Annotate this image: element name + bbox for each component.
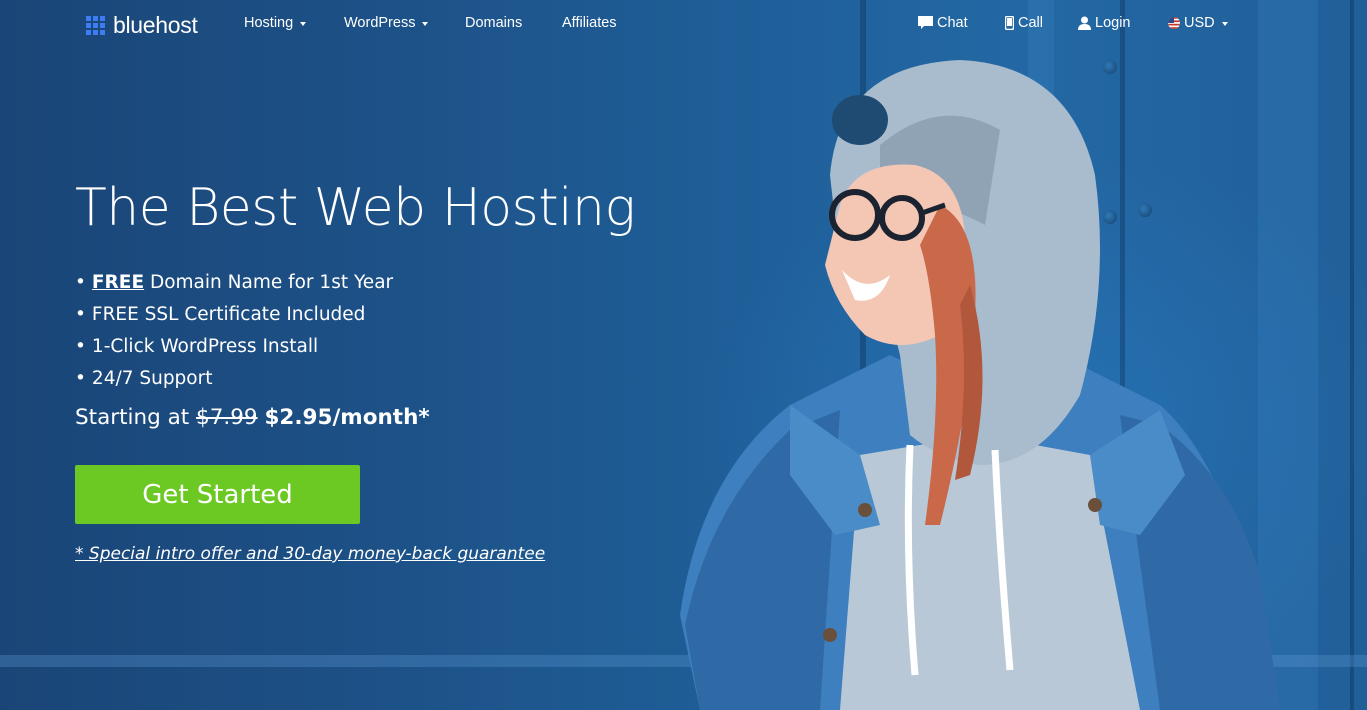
nav-wordpress-label: WordPress (344, 15, 416, 31)
feature-text: 1-Click WordPress Install (91, 336, 319, 357)
phone-icon (1005, 16, 1014, 30)
nav-login[interactable]: Login (1078, 15, 1130, 31)
chevron-down-icon (422, 21, 429, 26)
nav-hosting-label: Hosting (244, 15, 294, 31)
nav-login-label: Login (1095, 15, 1131, 31)
feature-strong: FREE (91, 272, 145, 293)
bluehost-logo[interactable]: bluehost (86, 12, 198, 39)
feature-item: • 1-Click WordPress Install (75, 331, 393, 363)
feature-list: • FREE Domain Name for 1st Year • FREE SSL… (75, 267, 393, 395)
get-started-button[interactable]: Get Started (75, 465, 360, 524)
chat-icon (918, 16, 933, 29)
price-old: $7.99 (196, 405, 258, 430)
nav-affiliates[interactable]: Affiliates (562, 15, 617, 31)
guarantee-link[interactable]: * Special intro offer and 30-day money-b… (75, 544, 545, 564)
user-icon (1078, 16, 1091, 30)
nav-call-label: Call (1018, 15, 1043, 31)
bullet-icon: • (75, 336, 86, 357)
nav-wordpress[interactable]: WordPress (344, 15, 429, 31)
bullet-icon: • (75, 304, 86, 325)
feature-item: • FREE Domain Name for 1st Year (75, 267, 393, 299)
nav-chat[interactable]: Chat (918, 15, 968, 31)
nav-hosting[interactable]: Hosting (244, 15, 307, 31)
currency-label: USD (1184, 15, 1215, 31)
nav-call[interactable]: Call (1005, 15, 1043, 31)
logo-text: bluehost (113, 12, 198, 38)
feature-text: 24/7 Support (91, 368, 213, 389)
feature-item: • 24/7 Support (75, 363, 393, 395)
bullet-icon: • (75, 368, 86, 389)
price-prefix: Starting at (75, 405, 197, 430)
nav-domains-label: Domains (465, 15, 523, 31)
currency-selector[interactable]: USD (1168, 15, 1228, 31)
nav-domains[interactable]: Domains (465, 15, 522, 31)
price-line: Starting at $7.99 $2.95/month* (75, 405, 430, 430)
feature-text: Domain Name for 1st Year (144, 272, 394, 293)
chevron-down-icon (300, 21, 307, 26)
price-new: $2.95/month* (264, 405, 430, 430)
logo-grid-icon (86, 16, 105, 35)
hero-person-image (640, 55, 1340, 710)
feature-item: • FREE SSL Certificate Included (75, 299, 393, 331)
top-nav: bluehost Hosting WordPress Domains Affil… (0, 0, 1367, 48)
feature-text: FREE SSL Certificate Included (91, 304, 366, 325)
chevron-down-icon (1221, 21, 1228, 26)
nav-chat-label: Chat (937, 15, 968, 31)
hero-headline: The Best Web Hosting (75, 178, 636, 238)
bullet-icon: • (75, 272, 86, 293)
nav-affiliates-label: Affiliates (562, 15, 617, 31)
us-flag-icon (1168, 17, 1180, 29)
